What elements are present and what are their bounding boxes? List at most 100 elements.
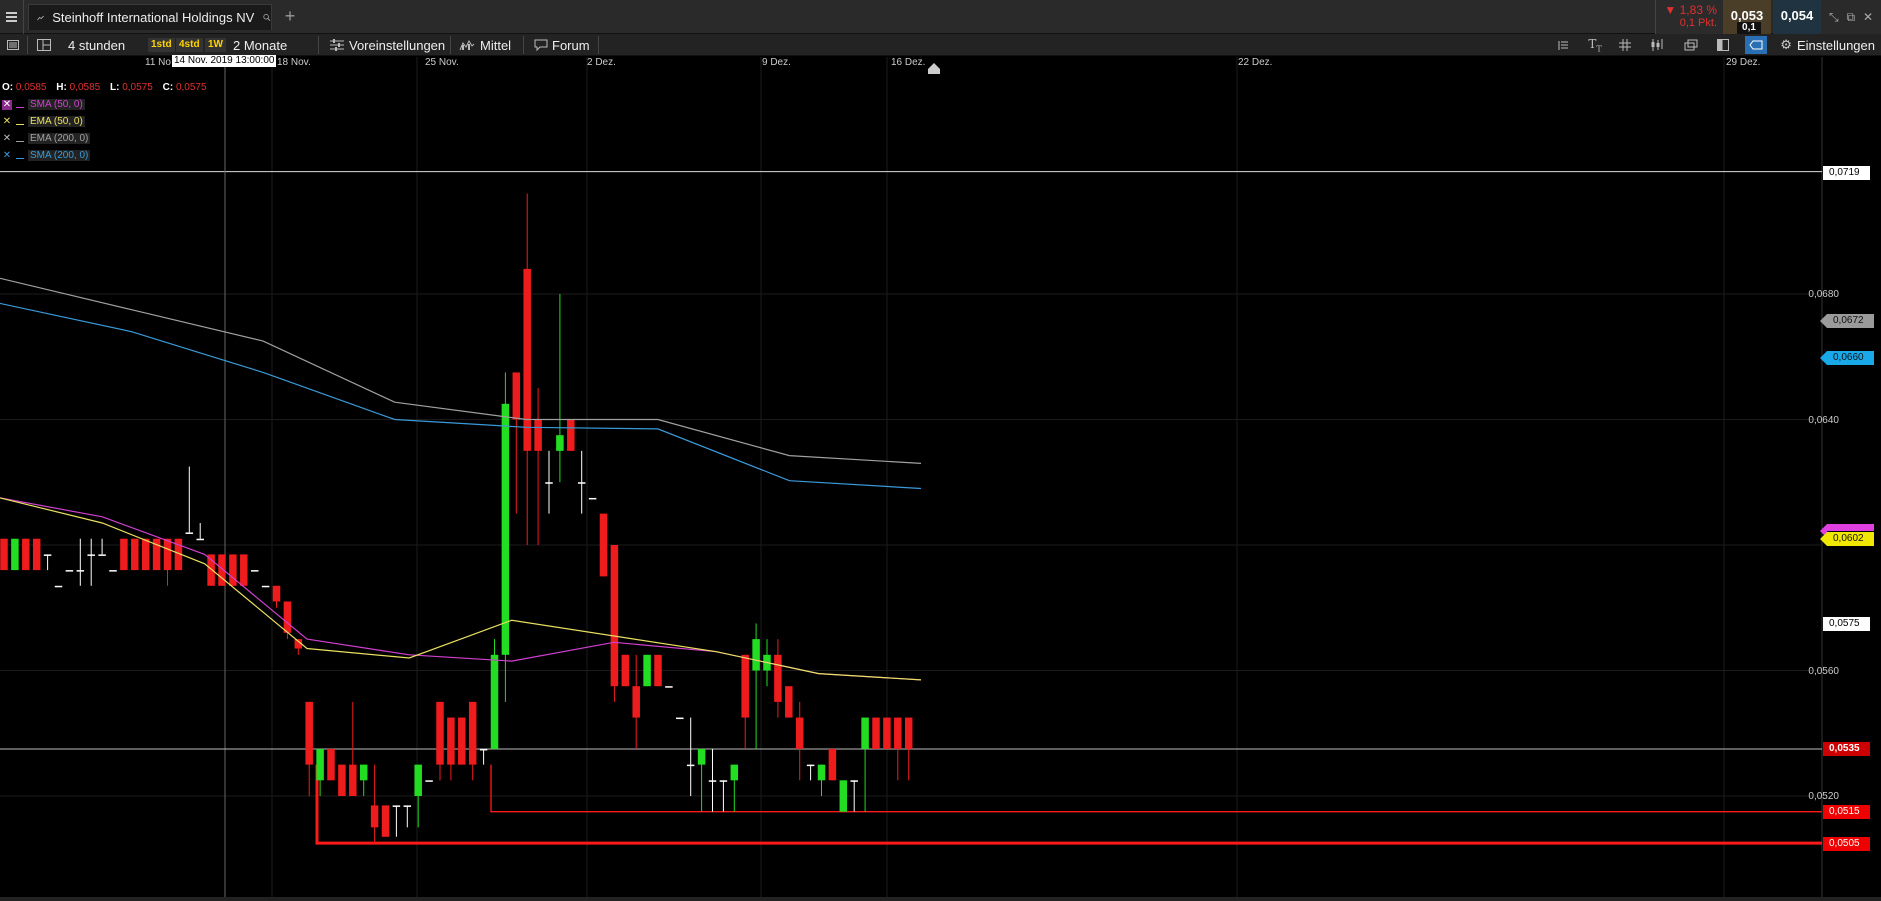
- price-chart[interactable]: [0, 57, 1881, 901]
- candle-body: [141, 538, 150, 571]
- interval-1std-button[interactable]: 1std: [148, 38, 175, 52]
- candle-body: [87, 554, 95, 556]
- tag-icon[interactable]: [1745, 36, 1767, 54]
- window-controls: ⤡ ⧉ ✕: [1821, 0, 1881, 34]
- ema50-price-tag: 0,0602: [1820, 532, 1874, 546]
- layout-split-icon[interactable]: [1712, 36, 1734, 54]
- candle-body: [774, 654, 782, 702]
- y-axis-label: 0,0640: [1808, 415, 1839, 426]
- add-tab-button[interactable]: +: [280, 7, 300, 27]
- candle-body: [719, 780, 728, 782]
- candle-body: [22, 538, 30, 571]
- settings-label: Einstellungen: [1796, 37, 1875, 53]
- collapse-icon[interactable]: ⤡: [1829, 10, 1839, 25]
- chat-bubble-icon: [530, 36, 552, 54]
- candle-body: [436, 701, 444, 765]
- search-icon[interactable]: [263, 10, 271, 25]
- indicator-ema50[interactable]: ✕ EMA (50, 0): [2, 115, 85, 128]
- forum-button[interactable]: Forum: [552, 34, 590, 56]
- quote-panel: ▼ 1,83 % 0,1 Pkt. 0,053 0,054 ⤡ ⧉ ✕: [1655, 0, 1881, 34]
- indicator-sma50[interactable]: ✕ SMA (50, 0): [2, 98, 85, 111]
- remove-indicator-icon[interactable]: ✕: [2, 133, 12, 144]
- candle-body: [654, 654, 662, 687]
- candle-body: [250, 570, 259, 572]
- candle-body: [185, 532, 194, 534]
- candle-body: [599, 513, 608, 577]
- draw-line-icon[interactable]: [1552, 36, 1574, 54]
- ask-price-button[interactable]: 0,054: [1773, 0, 1821, 34]
- candle-body: [109, 570, 117, 572]
- candle-body: [904, 717, 913, 749]
- candle-body: [621, 654, 630, 687]
- change-percent: ▼ 1,83 %: [1664, 3, 1717, 17]
- range-dropdown[interactable]: 2 Monate: [233, 34, 287, 56]
- candle-body: [610, 545, 619, 687]
- settings-button[interactable]: ⚙ Einstellungen: [1780, 34, 1875, 56]
- candle-body: [828, 748, 837, 781]
- candle-body: [545, 482, 553, 484]
- interval-dropdown[interactable]: 4 stunden: [68, 34, 125, 56]
- change-points: 0,1 Pkt.: [1679, 17, 1717, 29]
- candle-body: [883, 717, 891, 749]
- x-axis-label: 2 Dez.: [587, 57, 616, 68]
- y-axis-label: 0,0520: [1808, 791, 1839, 802]
- candle-body: [349, 764, 357, 796]
- candle-body: [54, 585, 63, 588]
- candle-body: [43, 554, 52, 556]
- candle-body: [272, 585, 281, 602]
- candle-body: [468, 701, 477, 765]
- candle-body: [534, 419, 542, 451]
- crosshair-price-tag: 0,0535: [1823, 742, 1870, 756]
- interval-4std-button[interactable]: 4std: [176, 38, 203, 52]
- open-value: 0,0585: [15, 82, 47, 93]
- candle-body: [11, 538, 19, 571]
- line-chart-icon: [37, 15, 44, 20]
- layers-icon[interactable]: [1680, 36, 1702, 54]
- candle-body: [283, 601, 292, 633]
- candle-body: [403, 805, 412, 807]
- candle-body: [523, 268, 531, 451]
- candle-body: [425, 780, 433, 782]
- candle-body: [196, 538, 204, 541]
- list-icon[interactable]: [2, 36, 24, 54]
- indicator-sma200[interactable]: ✕ SMA (200, 0): [2, 149, 91, 162]
- candle-body: [229, 554, 237, 586]
- hamburger-menu-icon[interactable]: [0, 0, 24, 34]
- home-arrow-icon: [928, 63, 940, 74]
- candle-body: [327, 748, 335, 781]
- candle-body: [392, 805, 401, 807]
- ema50-line: [0, 497, 922, 681]
- candle-body: [817, 764, 826, 781]
- x-axis-label: 11 No: [145, 57, 171, 68]
- interval-1w-button[interactable]: 1W: [205, 38, 226, 52]
- popout-icon[interactable]: ⧉: [1846, 10, 1855, 25]
- last-price-tag: 0,0575: [1823, 617, 1870, 631]
- y-axis-label: 0,0680: [1808, 289, 1839, 300]
- candles-icon[interactable]: [1646, 36, 1668, 54]
- presets-button[interactable]: Voreinstellungen: [349, 34, 445, 56]
- remove-indicator-icon[interactable]: ✕: [2, 150, 12, 161]
- candle-body: [632, 686, 640, 718]
- indicator-ema200[interactable]: ✕ EMA (200, 0): [2, 132, 91, 145]
- candle-body: [741, 654, 749, 718]
- remove-indicator-icon[interactable]: ✕: [2, 116, 12, 127]
- candle-body: [76, 570, 85, 572]
- support-price-tag: 0,0515: [1823, 805, 1870, 819]
- grid-icon[interactable]: [1614, 36, 1636, 54]
- candle-body: [795, 717, 804, 749]
- support-line: [315, 764, 1822, 845]
- layout-icon[interactable]: [33, 36, 55, 54]
- candle-body: [512, 372, 521, 420]
- text-tool-icon[interactable]: TT: [1584, 36, 1606, 54]
- sma50-price-tag: [1820, 524, 1874, 538]
- indicator-button[interactable]: Mittel: [480, 34, 511, 56]
- candle-body: [359, 764, 368, 781]
- candle-body: [305, 701, 313, 765]
- remove-indicator-icon[interactable]: ✕: [2, 99, 12, 110]
- chart-toolbar: 4 stunden 1std 4std 1W 2 Monate Voreinst…: [0, 34, 1881, 56]
- tab-bar: Steinhoff International Holdings NV + ▼ …: [0, 0, 1881, 34]
- instrument-tab[interactable]: Steinhoff International Holdings NV: [28, 4, 272, 30]
- chart-canvas[interactable]: [0, 57, 1881, 901]
- close-icon[interactable]: ✕: [1863, 10, 1873, 24]
- candle-body: [752, 639, 760, 671]
